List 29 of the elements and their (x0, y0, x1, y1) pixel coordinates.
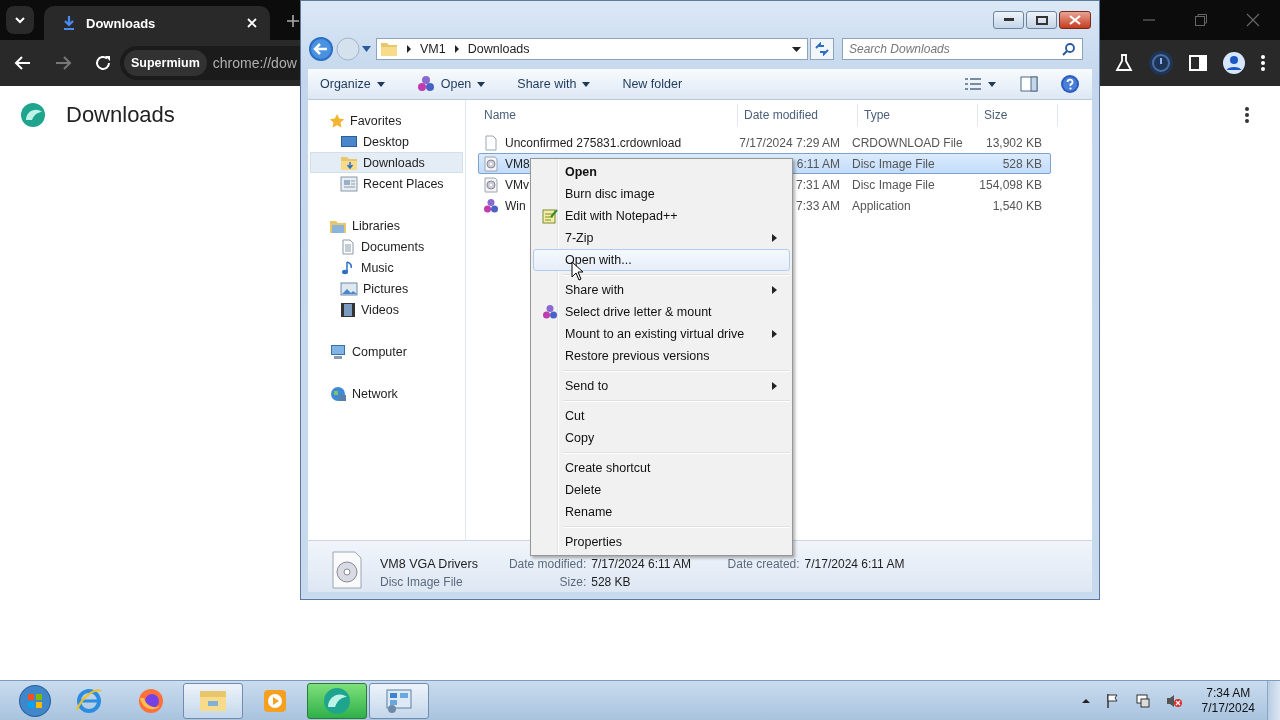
table-cell-text: 154,098 KB (978, 177, 1042, 192)
table-cell: VM8 (505, 156, 530, 171)
clock-date: 7/17/2024 (1201, 700, 1255, 716)
field-label: Size: (558, 575, 587, 589)
table-cell-text: CRDOWNLOAD File (851, 135, 964, 150)
table-cell: VMv (505, 177, 529, 192)
file-type: Disc Image File (380, 575, 464, 589)
field-value: 7/17/2024 6:11 AM (591, 557, 693, 571)
table-cell-text: 6:11 AM (795, 156, 840, 171)
table-cell: Win (505, 198, 526, 213)
clock-time: 7:34 AM (1206, 685, 1251, 701)
table-cell: Unconfirmed 275831.crdownload (505, 135, 682, 150)
table-cell-text: 13,902 KB (984, 135, 1042, 150)
tab-title: Downloads (86, 15, 157, 31)
page-title: Downloads (66, 102, 175, 128)
table-cell-text: Disc Image File (851, 177, 936, 192)
table-cell-text: 7:33 AM (794, 198, 840, 213)
table-cell-text: Disc Image File (851, 156, 936, 171)
field-label: Date created: (726, 557, 800, 571)
table-cell-text: 528 KB (1001, 156, 1042, 171)
file-name: VM8 VGA Drivers (380, 557, 479, 571)
field-label: Date modified: (507, 557, 587, 571)
field-value: 7/17/2024 6:11 AM (804, 557, 906, 571)
table-cell-text: 7/17/2024 7:29 AM (738, 135, 840, 150)
table-cell-text: Application (851, 198, 912, 213)
table-cell-text: 7:31 AM (794, 177, 840, 192)
table-cell-text: 1,540 KB (991, 198, 1042, 213)
field-value: 528 KB (591, 575, 632, 589)
url-text: chrome://dow (212, 55, 297, 71)
